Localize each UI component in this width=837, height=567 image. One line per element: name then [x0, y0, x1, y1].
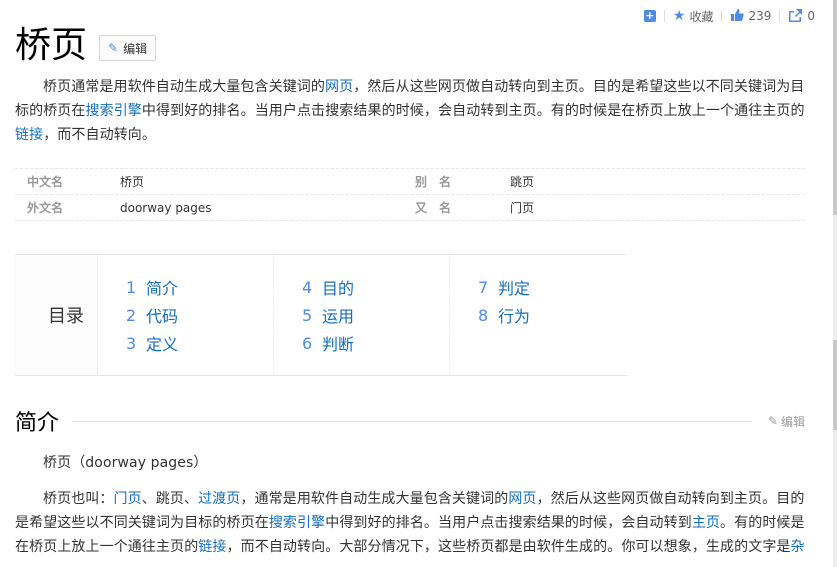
plus-icon: +: [643, 9, 656, 22]
scrollbar[interactable]: [833, 0, 837, 567]
toc-number: 8: [478, 305, 489, 325]
share-icon: [788, 8, 803, 25]
share-count: 0: [807, 9, 815, 23]
thumbs-up-icon: [730, 8, 745, 25]
link-webpage[interactable]: 网页: [325, 79, 353, 95]
toc-item[interactable]: 6 判断: [302, 329, 449, 357]
para-text: 中得到好的排名。当用户点击搜索结果的时候，会自动转到: [325, 515, 692, 531]
pencil-icon: ✎: [108, 41, 119, 55]
para-text: 、跳页、: [141, 491, 199, 507]
basic-info-table: 中文名 桥页 别名 跳页 外文名 doorway pages 又名 门页: [15, 168, 805, 221]
section-divider: [73, 420, 752, 422]
toc-number: 6: [302, 333, 313, 353]
toc-column: 1 简介 2 代码 3 定义: [98, 255, 274, 375]
section-paragraph: 桥页也叫：门页、跳页、过渡页，通常是用软件自动生成大量包含关键词的网页，然后从这…: [15, 487, 805, 559]
section-edit-label: 编辑: [780, 414, 805, 429]
toc-number: 7: [478, 277, 489, 297]
info-key: 别名: [415, 175, 464, 189]
toc-column: 4 目的 5 运用 6 判断: [274, 255, 450, 375]
collect-button[interactable]: ★ 收藏: [665, 8, 722, 25]
info-key: 中文名: [27, 175, 64, 189]
toc-item[interactable]: 7 判定: [478, 273, 626, 301]
like-button[interactable]: 239: [722, 8, 779, 25]
collect-label: 收藏: [689, 9, 714, 24]
toc-number: 4: [302, 277, 313, 297]
para-text: ，通常是用软件自动生成大量包含关键词的: [240, 491, 509, 507]
share-button[interactable]: 0: [780, 8, 823, 25]
toc-item[interactable]: 8 行为: [478, 301, 626, 329]
info-value: 门页: [510, 201, 535, 215]
link-hyperlink[interactable]: 链接: [198, 539, 226, 555]
lemma-summary: 桥页通常是用软件自动生成大量包含关键词的网页，然后从这些网页做自动转向到主页。目…: [15, 75, 805, 147]
toc-item[interactable]: 3 定义: [126, 329, 273, 357]
info-value: doorway pages: [120, 200, 212, 215]
toc-label[interactable]: 简介: [146, 275, 178, 299]
section-paragraph: 桥页（doorway pages）: [43, 455, 208, 471]
action-bar: + ★ 收藏 239 0: [636, 6, 823, 26]
like-count: 239: [748, 9, 772, 23]
link-misc[interactable]: 杂: [791, 539, 805, 555]
link-homepage[interactable]: 主页: [692, 515, 720, 531]
link-search-engine[interactable]: 搜索引擎: [86, 103, 142, 119]
page-title: 桥页: [15, 25, 88, 66]
toc-number: 5: [302, 305, 313, 325]
edit-button[interactable]: ✎ 编辑: [99, 35, 157, 61]
toc-item[interactable]: 4 目的: [302, 273, 449, 301]
toc-label[interactable]: 代码: [146, 303, 178, 327]
link-webpage[interactable]: 网页: [508, 491, 536, 507]
toc-label[interactable]: 行为: [498, 303, 530, 327]
star-icon: ★: [672, 8, 686, 24]
scrollbar-thumb-lower[interactable]: [833, 340, 837, 430]
edit-label: 编辑: [123, 41, 148, 56]
pencil-icon: ✎: [767, 414, 778, 428]
summary-text: ，而不自动转向。: [43, 127, 157, 143]
toc-label[interactable]: 判定: [498, 275, 530, 299]
toc-label[interactable]: 定义: [146, 331, 178, 355]
toc-item[interactable]: 1 简介: [126, 273, 273, 301]
info-value: 跳页: [510, 175, 535, 189]
add-button[interactable]: +: [636, 10, 664, 22]
info-value: 桥页: [120, 175, 145, 189]
link-door-page[interactable]: 门页: [114, 491, 142, 507]
info-key: 又名: [415, 201, 464, 215]
toc-number: 1: [126, 277, 137, 297]
para-text: 桥页也叫：: [43, 491, 114, 507]
toc-number: 3: [126, 333, 137, 353]
section-header: 简介 ✎ 编辑: [15, 405, 805, 437]
toc-item[interactable]: 5 运用: [302, 301, 449, 329]
info-key: 外文名: [27, 201, 64, 215]
title-row: 桥页 ✎ 编辑: [15, 22, 157, 70]
link-search-engine[interactable]: 搜索引擎: [269, 515, 325, 531]
link-transition-page[interactable]: 过渡页: [198, 491, 240, 507]
para-text: ，而不自动转向。大部分情况下，这些桥页都是由软件生成的。你可以想象，生成的文字是: [226, 539, 791, 555]
summary-text: 中得到好的排名。当用户点击搜索结果的时候，会自动转到主页。有的时候是在桥页上放上…: [141, 103, 805, 119]
toc-label[interactable]: 目的: [322, 275, 354, 299]
scrollbar-thumb[interactable]: [833, 0, 837, 215]
summary-text: 桥页通常是用软件自动生成大量包含关键词的: [43, 79, 325, 95]
toc-label[interactable]: 判断: [322, 331, 354, 355]
section-title: 简介: [15, 411, 60, 436]
section-edit-button[interactable]: ✎ 编辑: [768, 413, 805, 430]
toc-label[interactable]: 运用: [322, 303, 354, 327]
toc-title: 目录: [15, 255, 98, 375]
basic-info-row: 外文名 doorway pages 又名 门页: [15, 195, 805, 221]
toc-item[interactable]: 2 代码: [126, 301, 273, 329]
link-hyperlink[interactable]: 链接: [15, 127, 43, 143]
toc-column: 7 判定 8 行为: [450, 255, 626, 375]
basic-info-row: 中文名 桥页 别名 跳页: [15, 168, 805, 195]
toc-number: 2: [126, 305, 137, 325]
table-of-contents: 目录 1 简介 2 代码 3 定义 4 目的 5 运用 6 判断 7 判定 8 行为: [15, 254, 627, 376]
